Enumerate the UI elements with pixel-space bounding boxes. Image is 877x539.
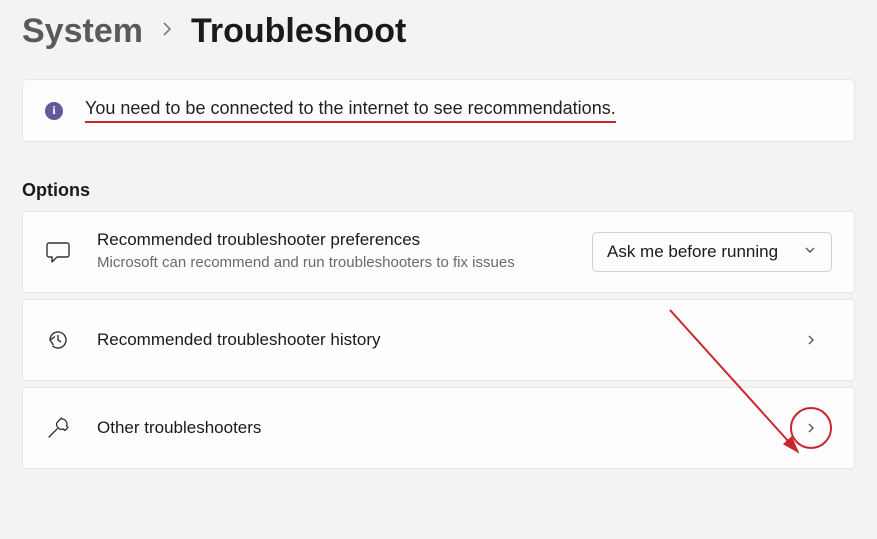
preferences-subtitle: Microsoft can recommend and run troubles…	[97, 253, 517, 273]
breadcrumb-parent[interactable]: System	[22, 12, 143, 51]
chat-bubble-icon	[45, 239, 71, 265]
chevron-right-icon	[790, 407, 832, 449]
other-title: Other troubleshooters	[97, 418, 764, 438]
info-icon: i	[45, 102, 63, 120]
history-icon	[45, 327, 71, 353]
history-title: Recommended troubleshooter history	[97, 330, 764, 350]
alert-message: You need to be connected to the internet…	[85, 98, 616, 123]
breadcrumb: System Troubleshoot	[22, 12, 855, 51]
page-title: Troubleshoot	[191, 12, 406, 51]
options-heading: Options	[22, 180, 855, 201]
preferences-dropdown-value: Ask me before running	[607, 242, 778, 262]
chevron-right-icon	[161, 21, 173, 42]
other-troubleshooters-row[interactable]: Other troubleshooters	[22, 387, 855, 469]
preferences-row: Recommended troubleshooter preferences M…	[22, 211, 855, 293]
wrench-icon	[45, 415, 71, 441]
preferences-title: Recommended troubleshooter preferences	[97, 230, 566, 250]
preferences-dropdown[interactable]: Ask me before running	[592, 232, 832, 272]
chevron-right-icon	[790, 319, 832, 361]
offline-alert: i You need to be connected to the intern…	[22, 79, 855, 142]
history-row[interactable]: Recommended troubleshooter history	[22, 299, 855, 381]
chevron-down-icon	[803, 242, 817, 262]
